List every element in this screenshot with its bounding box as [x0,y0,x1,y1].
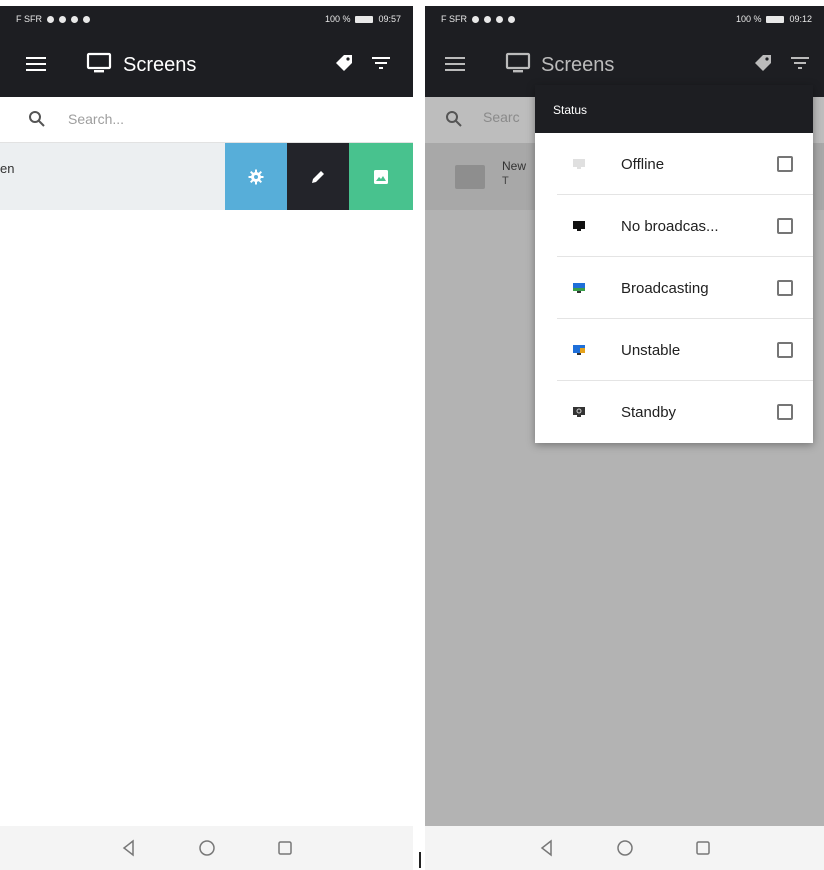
search-input[interactable]: Searc [483,109,520,125]
carrier-label: F SFR [441,14,467,24]
screen-icon [505,52,531,73]
search-input[interactable] [68,107,368,131]
image-icon [374,169,388,184]
checkbox[interactable] [777,280,793,296]
battery-percent: 100 % [735,14,762,24]
screen-thumbnail [455,165,485,189]
notification-icon [508,15,515,23]
back-button[interactable] [118,837,140,859]
monitor-broadcasting-icon [573,283,585,293]
menu-item-label: Broadcasting [621,279,709,297]
carrier-label: F SFR [16,14,42,24]
screen-icon [86,52,112,73]
menu-item-unstable[interactable]: Unstable [535,319,813,381]
status-filter-menu: Status Offline No broadcas... Broadcasti… [535,85,813,443]
menu-item-standby[interactable]: Standby [535,381,813,443]
back-icon [540,839,552,857]
menu-item-no-broadcast[interactable]: No broadcas... [535,195,813,257]
notification-icon [472,15,479,23]
menu-item-offline[interactable]: Offline [535,133,813,195]
edit-button[interactable] [287,143,349,210]
clock: 09:57 [378,14,401,24]
checkbox[interactable] [777,342,793,358]
monitor-standby-icon [573,407,585,417]
tag-icon[interactable] [752,52,774,74]
screen-name: en [0,161,15,176]
checkbox[interactable] [777,218,793,234]
app-bar: Screens [0,32,413,97]
tag-icon[interactable] [333,52,355,74]
page-title: Screens [123,54,197,76]
system-nav-bar [0,826,413,870]
home-button[interactable] [614,837,636,859]
status-bar: F SFR 100 % 09:12 [425,6,824,32]
search-icon [29,111,45,127]
monitor-unstable-icon [573,345,585,355]
menu-item-label: Offline [621,155,665,173]
home-button[interactable] [196,837,218,859]
recents-button[interactable] [692,837,714,859]
battery-icon [355,15,374,23]
pencil-icon [312,170,324,183]
settings-button[interactable] [225,143,287,210]
list-item[interactable]: en [0,143,413,210]
notification-icon [496,15,503,23]
notification-icon [59,15,66,23]
search-bar [0,97,413,143]
recents-button[interactable] [274,837,296,859]
text-cursor [419,852,421,868]
menu-item-label: Standby [621,403,677,421]
monitor-offline-icon [573,159,585,169]
notification-icon [484,15,491,23]
menu-header: Status [535,85,813,133]
menu-item-broadcasting[interactable]: Broadcasting [535,257,813,319]
phone-right: F SFR 100 % 09:12 Screens Searc New T St… [425,0,824,870]
battery-icon [766,15,785,23]
home-icon [198,840,215,856]
status-bar: F SFR 100 % 09:57 [0,6,413,32]
menu-icon[interactable] [445,57,465,71]
notification-icon [83,15,90,23]
page-title: Screens [541,54,615,76]
gear-icon [248,169,264,184]
clock: 09:12 [789,14,812,24]
notification-icon [71,15,78,23]
preview-button[interactable] [349,143,413,210]
system-nav-bar [425,826,824,870]
menu-icon[interactable] [26,57,46,71]
notification-icon [47,15,54,23]
battery-percent: 100 % [324,14,351,24]
phone-left: F SFR 100 % 09:57 Screens Search... en [0,0,413,870]
monitor-no-broadcast-icon [573,221,585,231]
menu-item-label: Unstable [621,341,681,359]
back-icon [122,839,134,857]
home-icon [616,840,633,856]
menu-item-label: No broadcas... [621,217,719,235]
screen-name: New [502,159,527,173]
back-button[interactable] [536,837,558,859]
filter-icon[interactable] [790,55,810,71]
filter-icon[interactable] [371,55,391,71]
recents-icon [277,841,292,855]
checkbox[interactable] [777,156,793,172]
checkbox[interactable] [777,404,793,420]
recents-icon [695,841,710,855]
search-icon [446,111,462,127]
screen-subtitle: T [502,175,509,187]
